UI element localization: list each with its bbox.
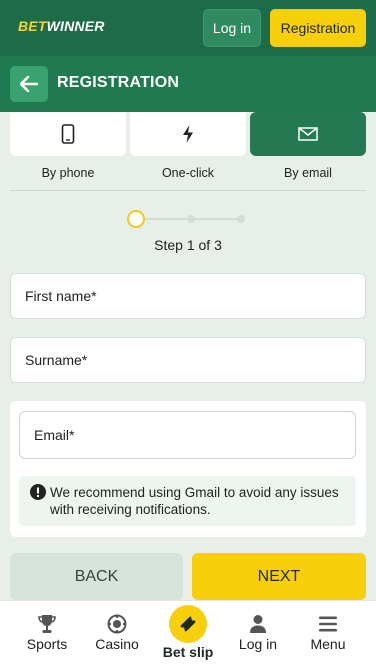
nav-bet-slip-label: Bet slip	[162, 644, 214, 660]
user-icon	[250, 615, 266, 633]
step-connector-2	[195, 218, 237, 220]
first-name-field[interactable]: First name*	[10, 273, 366, 319]
gmail-notice-text: We recommend using Gmail to avoid any is…	[50, 485, 339, 517]
surname-field[interactable]: Surname*	[10, 337, 366, 383]
top-header: BETWINNER Log in Registration	[0, 0, 376, 56]
header-login-button[interactable]: Log in	[203, 9, 261, 47]
gmail-notice: We recommend using Gmail to avoid any is…	[19, 476, 356, 526]
tab-by-email[interactable]	[250, 112, 366, 156]
step-connector-1	[145, 218, 187, 220]
nav-sports-label: Sports	[26, 636, 68, 652]
betwinner-logo[interactable]: BETWINNER	[18, 18, 105, 34]
nav-menu-label: Menu	[310, 636, 346, 652]
tab-one-click-label[interactable]: One-click	[130, 166, 246, 180]
bottom-navigation: Sports Casino Bet slip Log in Menu	[0, 600, 376, 666]
trophy-icon	[38, 615, 56, 633]
step-3-dot	[237, 215, 245, 223]
arrow-left-icon	[20, 76, 38, 92]
step-indicator-text: Step 1 of 3	[154, 237, 222, 253]
step-1-dot	[127, 210, 145, 228]
step-2-dot	[187, 215, 195, 223]
tab-by-email-label[interactable]: By email	[250, 166, 366, 180]
step-progress	[127, 210, 251, 228]
logo-winner-text: WINNER	[46, 18, 105, 34]
tabs-divider	[10, 190, 366, 191]
info-icon	[30, 484, 46, 500]
back-arrow-button[interactable]	[10, 66, 48, 102]
bet-slip-badge	[169, 605, 207, 643]
nav-casino-label: Casino	[95, 636, 139, 652]
email-card: Email* We recommend using Gmail to avoid…	[10, 401, 366, 537]
phone-icon	[61, 124, 75, 144]
logo-bet-text: BET	[18, 18, 47, 34]
nav-menu[interactable]: Menu	[294, 601, 362, 666]
nav-login[interactable]: Log in	[224, 601, 292, 666]
nav-login-label: Log in	[238, 636, 278, 652]
nav-sports[interactable]: Sports	[12, 601, 82, 666]
envelope-icon	[298, 127, 318, 141]
next-button[interactable]: NEXT	[192, 553, 366, 600]
casino-chip-icon	[107, 614, 127, 634]
page-title: REGISTRATION	[57, 74, 180, 91]
menu-icon	[319, 616, 337, 632]
email-field[interactable]: Email*	[19, 411, 356, 459]
tab-by-phone-label[interactable]: By phone	[10, 166, 126, 180]
nav-casino[interactable]: Casino	[82, 601, 152, 666]
registration-header: REGISTRATION	[0, 56, 376, 112]
ticket-icon	[180, 616, 196, 632]
tab-by-phone[interactable]	[10, 112, 126, 156]
tab-one-click[interactable]	[130, 112, 246, 156]
header-registration-button[interactable]: Registration	[270, 9, 366, 47]
nav-bet-slip[interactable]: Bet slip	[152, 601, 224, 666]
back-button[interactable]: BACK	[10, 553, 183, 600]
lightning-icon	[183, 125, 193, 143]
